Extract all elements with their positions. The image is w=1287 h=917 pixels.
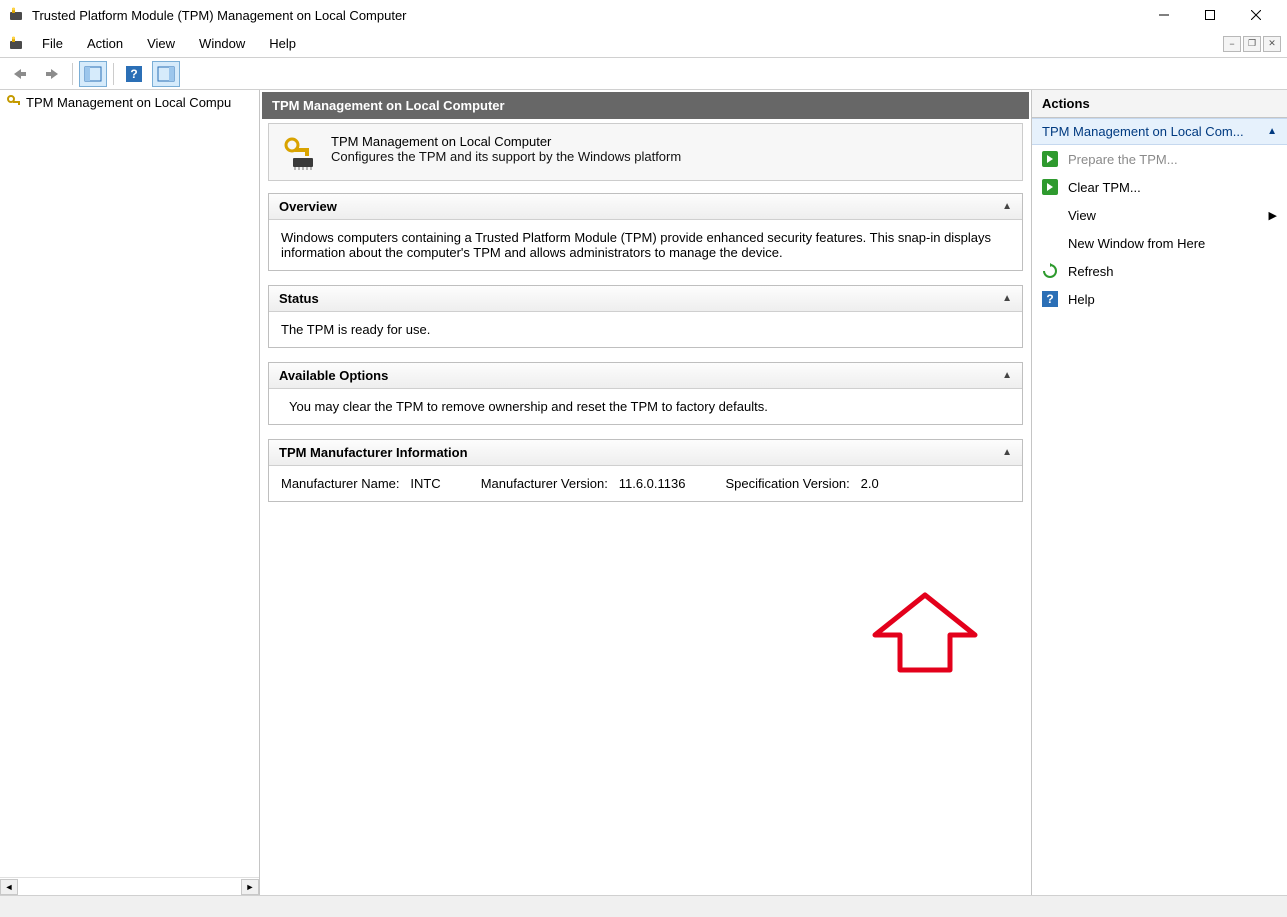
manufacturer-row: Manufacturer Name: INTC Manufacturer Ver… — [281, 476, 1010, 491]
tpm-key-icon — [6, 94, 22, 110]
mdi-minimize-button[interactable]: − — [1223, 36, 1241, 52]
collapse-icon: ▲ — [1002, 370, 1012, 381]
action-label: Clear TPM... — [1068, 180, 1141, 195]
status-body: The TPM is ready for use. — [269, 312, 1022, 347]
center-pane-header: TPM Management on Local Computer — [262, 92, 1029, 119]
scroll-left-button[interactable]: ◄ — [0, 879, 18, 895]
manufacturer-header[interactable]: TPM Manufacturer Information ▲ — [269, 440, 1022, 466]
blank-icon — [1042, 207, 1058, 223]
collapse-icon: ▲ — [1002, 201, 1012, 212]
intro-description: Configures the TPM and its support by th… — [331, 149, 681, 164]
action-label: New Window from Here — [1068, 236, 1205, 251]
action-refresh[interactable]: Refresh — [1032, 257, 1287, 285]
action-label: Refresh — [1068, 264, 1114, 279]
back-button[interactable] — [6, 61, 34, 87]
show-hide-console-tree-button[interactable] — [79, 61, 107, 87]
action-view[interactable]: View ▶ — [1032, 201, 1287, 229]
action-prepare-tpm[interactable]: Prepare the TPM... — [1032, 145, 1287, 173]
toolbar: ? — [0, 58, 1287, 90]
overview-header[interactable]: Overview ▲ — [269, 194, 1022, 220]
help-button[interactable]: ? — [120, 61, 148, 87]
collapse-icon: ▲ — [1267, 126, 1277, 137]
toolbar-separator — [72, 63, 73, 85]
svg-text:?: ? — [130, 67, 137, 81]
actions-pane-title: Actions — [1032, 90, 1287, 118]
action-label: Prepare the TPM... — [1068, 152, 1178, 167]
tpm-app-icon — [8, 7, 24, 23]
overview-section: Overview ▲ Windows computers containing … — [268, 193, 1023, 271]
available-options-body: You may clear the TPM to remove ownershi… — [269, 389, 1022, 424]
maximize-button[interactable] — [1187, 0, 1233, 30]
blank-icon — [1042, 235, 1058, 251]
menu-file[interactable]: File — [30, 32, 75, 55]
action-label: Help — [1068, 292, 1095, 307]
titlebar: Trusted Platform Module (TPM) Management… — [0, 0, 1287, 30]
intro-panel: TPM Management on Local Computer Configu… — [268, 123, 1023, 181]
action-help[interactable]: ? Help — [1032, 285, 1287, 313]
scroll-right-button[interactable]: ► — [241, 879, 259, 895]
action-clear-tpm[interactable]: Clear TPM... — [1032, 173, 1287, 201]
manufacturer-name-label: Manufacturer Name: — [281, 476, 400, 491]
available-options-header[interactable]: Available Options ▲ — [269, 363, 1022, 389]
manufacturer-version-label: Manufacturer Version: — [481, 476, 608, 491]
menubar: File Action View Window Help − ❐ ✕ — [0, 30, 1287, 58]
submenu-arrow-icon: ▶ — [1269, 209, 1277, 222]
minimize-button[interactable] — [1141, 0, 1187, 30]
collapse-icon: ▲ — [1002, 293, 1012, 304]
window-title: Trusted Platform Module (TPM) Management… — [32, 8, 1141, 23]
tpm-key-chip-icon — [281, 134, 317, 170]
tree-root-item[interactable]: TPM Management on Local Compu — [0, 92, 259, 112]
main-area: TPM Management on Local Compu ◄ ► TPM Ma… — [0, 90, 1287, 895]
status-title: Status — [279, 291, 319, 306]
menu-window[interactable]: Window — [187, 32, 257, 55]
collapse-icon: ▲ — [1002, 447, 1012, 458]
status-section: Status ▲ The TPM is ready for use. — [268, 285, 1023, 348]
menu-view[interactable]: View — [135, 32, 187, 55]
green-arrow-icon — [1042, 151, 1058, 167]
menu-help[interactable]: Help — [257, 32, 308, 55]
manufacturer-version-value: 11.6.0.1136 — [619, 476, 686, 491]
show-hide-action-pane-button[interactable] — [152, 61, 180, 87]
actions-group-label: TPM Management on Local Com... — [1042, 124, 1244, 139]
green-arrow-icon — [1042, 179, 1058, 195]
manufacturer-name-value: INTC — [410, 476, 440, 491]
mdi-controls: − ❐ ✕ — [1223, 36, 1285, 52]
specification-version-value: 2.0 — [861, 476, 879, 491]
manufacturer-title: TPM Manufacturer Information — [279, 445, 468, 460]
center-pane: TPM Management on Local Computer TPM Man… — [260, 90, 1032, 895]
manufacturer-section: TPM Manufacturer Information ▲ Manufactu… — [268, 439, 1023, 502]
toolbar-separator — [113, 63, 114, 85]
close-button[interactable] — [1233, 0, 1279, 30]
available-options-title: Available Options — [279, 368, 388, 383]
available-options-section: Available Options ▲ You may clear the TP… — [268, 362, 1023, 425]
svg-text:?: ? — [1046, 292, 1053, 306]
status-header[interactable]: Status ▲ — [269, 286, 1022, 312]
overview-title: Overview — [279, 199, 337, 214]
console-tree-pane: TPM Management on Local Compu ◄ ► — [0, 90, 260, 895]
mdi-close-button[interactable]: ✕ — [1263, 36, 1281, 52]
menu-action[interactable]: Action — [75, 32, 135, 55]
refresh-icon — [1042, 263, 1058, 279]
forward-button[interactable] — [38, 61, 66, 87]
specification-version-label: Specification Version: — [725, 476, 849, 491]
statusbar — [0, 895, 1287, 917]
mdi-restore-button[interactable]: ❐ — [1243, 36, 1261, 52]
action-label: View — [1068, 208, 1096, 223]
actions-group-header[interactable]: TPM Management on Local Com... ▲ — [1032, 118, 1287, 145]
tpm-menu-icon — [8, 36, 24, 52]
overview-body: Windows computers containing a Trusted P… — [269, 220, 1022, 270]
intro-title: TPM Management on Local Computer — [331, 134, 681, 149]
tree-horizontal-scrollbar[interactable]: ◄ ► — [0, 877, 259, 895]
help-icon: ? — [1042, 291, 1058, 307]
actions-pane: Actions TPM Management on Local Com... ▲… — [1032, 90, 1287, 895]
action-new-window[interactable]: New Window from Here — [1032, 229, 1287, 257]
window-controls — [1141, 0, 1279, 30]
tree-root-label: TPM Management on Local Compu — [26, 95, 231, 110]
